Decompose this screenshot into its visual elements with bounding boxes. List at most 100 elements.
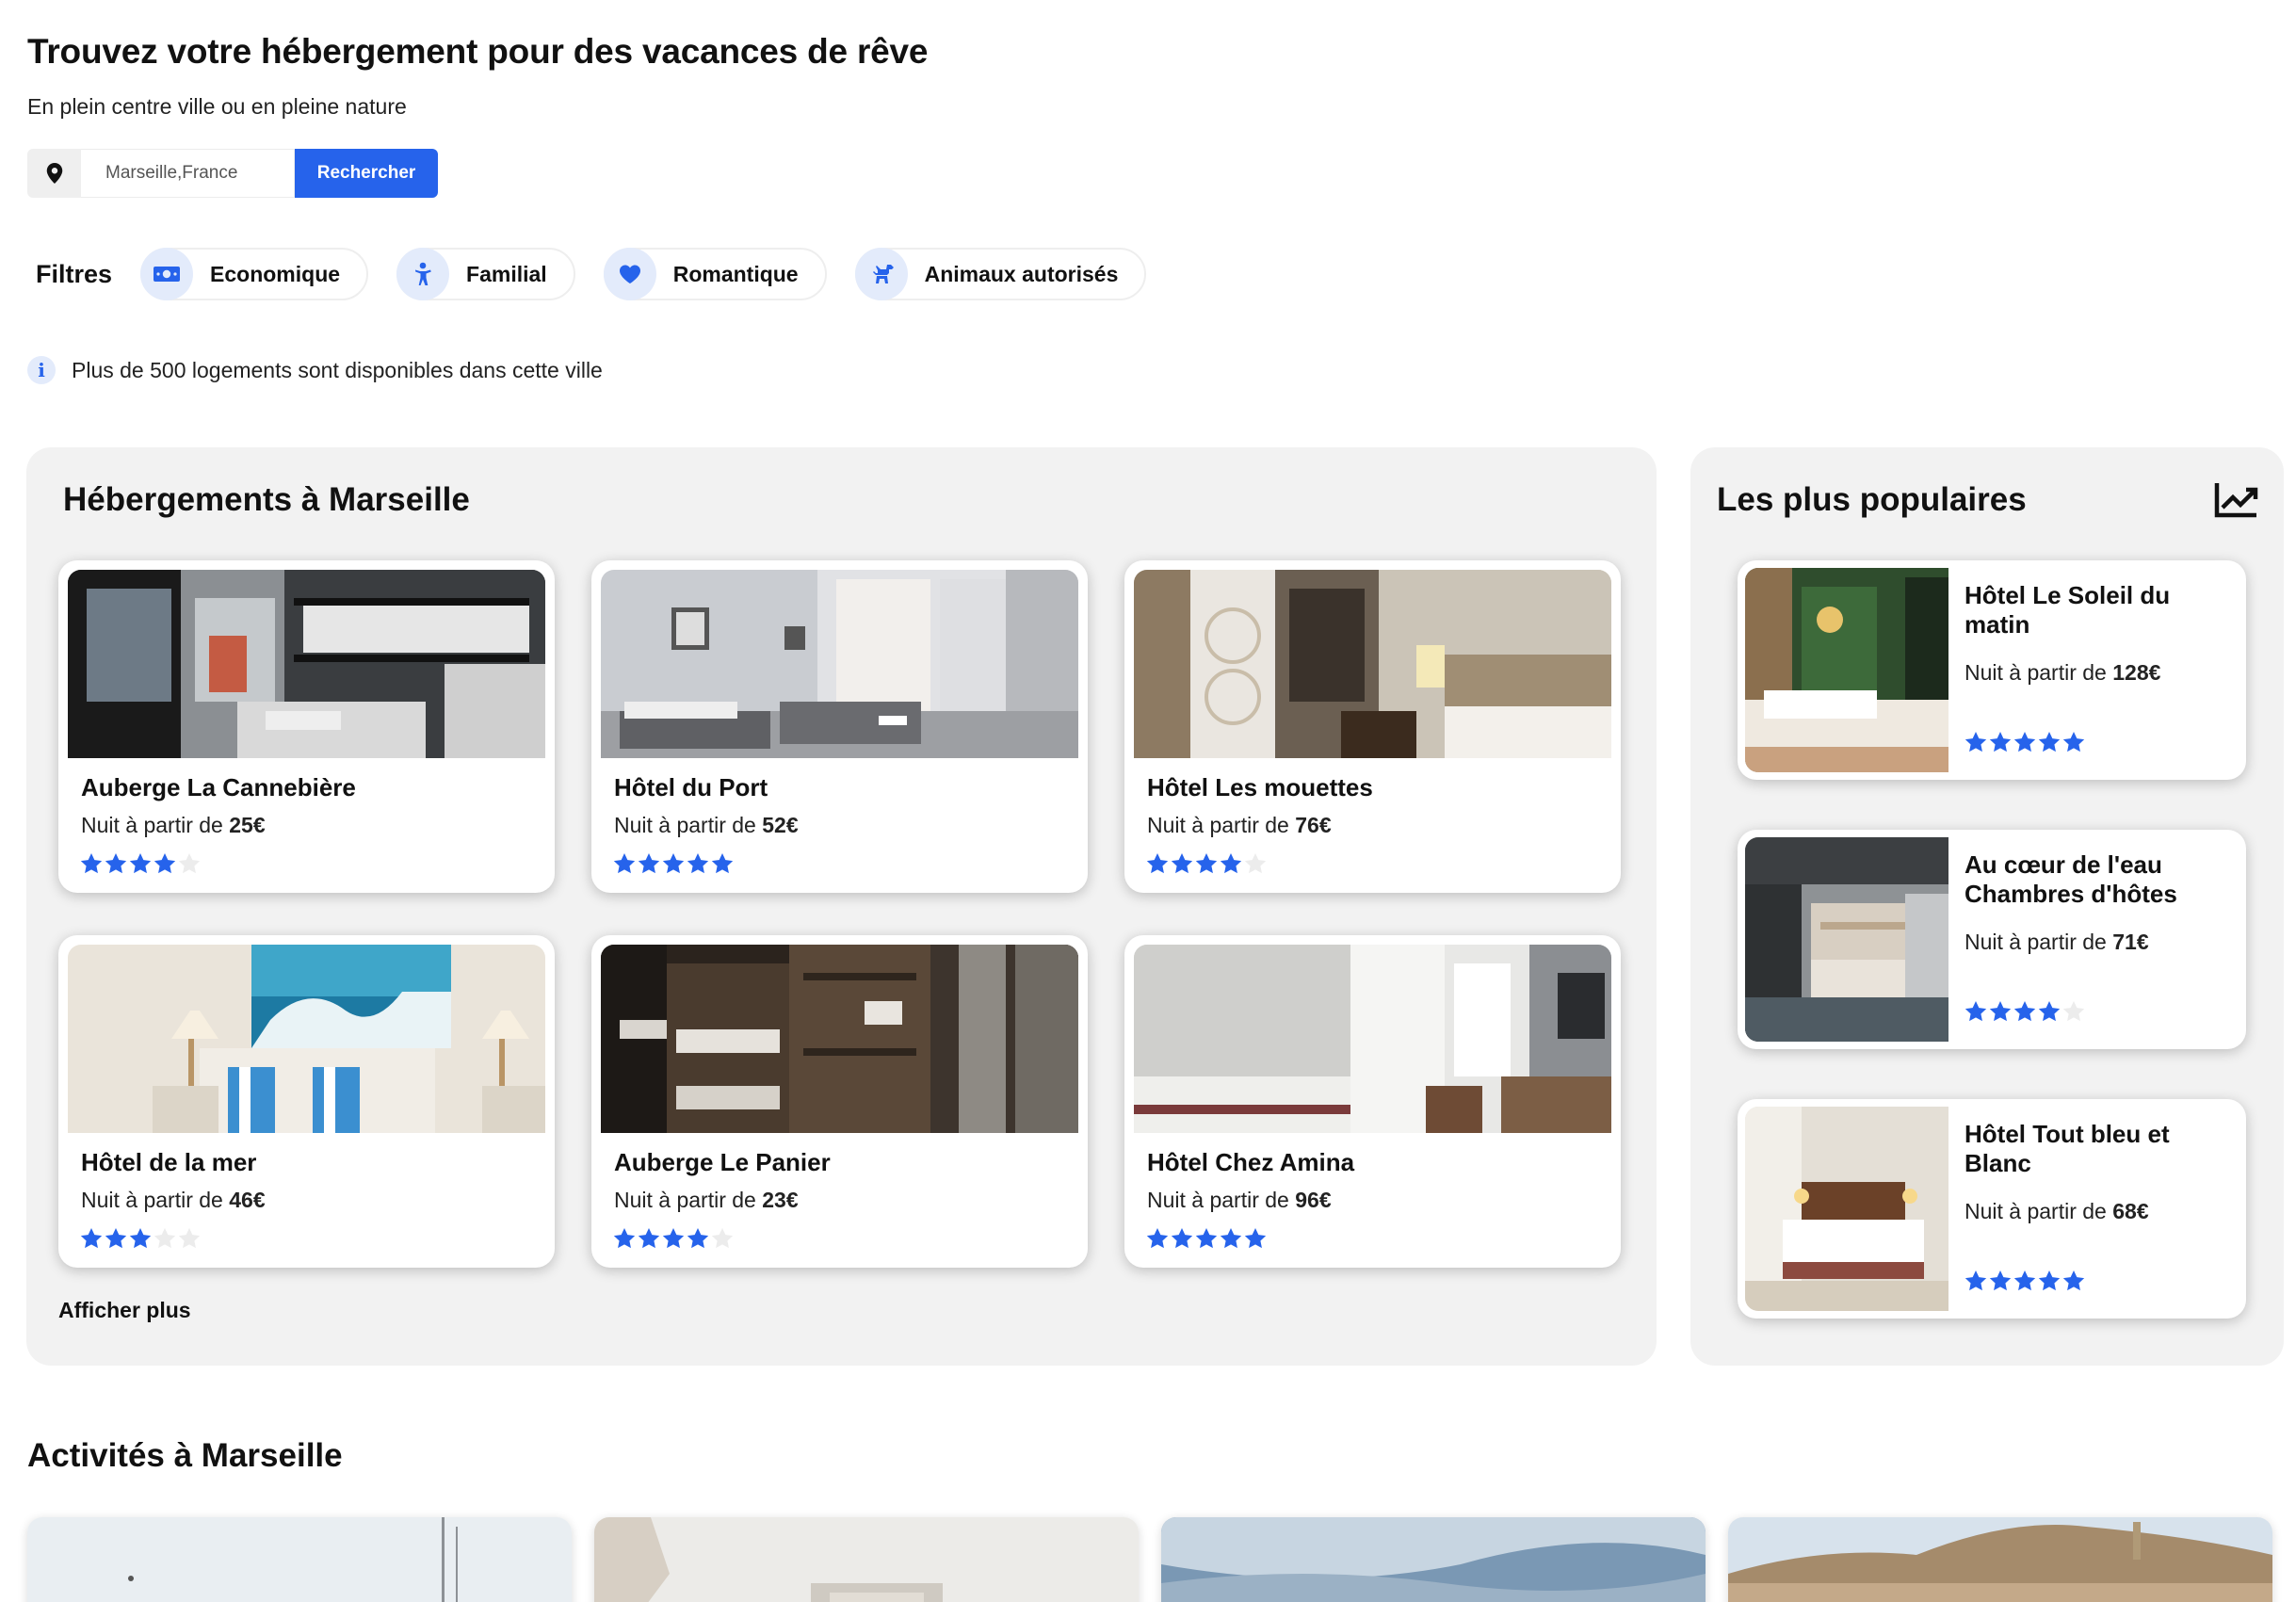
listing-name: Hôtel Chez Amina [1147, 1148, 1355, 1176]
listing-card[interactable]: Hôtel du Port Nuit à partir de 52€ [591, 560, 1088, 893]
star-empty-icon [177, 1226, 202, 1251]
listing-name: Hôtel du Port [614, 773, 768, 801]
rating-stars [1145, 851, 1268, 876]
activity-card[interactable] [27, 1517, 572, 1602]
rating-stars [1964, 999, 2086, 1024]
star-filled-icon [1988, 730, 2013, 754]
star-filled-icon [1194, 851, 1219, 876]
star-filled-icon [2037, 1269, 2062, 1293]
popular-photo [1745, 568, 1948, 772]
filter-label: Animaux autorisés [924, 261, 1119, 286]
star-filled-icon [1964, 1269, 1988, 1293]
star-filled-icon [2013, 1269, 2037, 1293]
star-filled-icon [128, 851, 153, 876]
star-filled-icon [79, 851, 104, 876]
activity-photo [27, 1517, 572, 1602]
listing-photo [601, 570, 1078, 758]
listing-photo [1134, 945, 1611, 1133]
heart-icon [603, 248, 656, 300]
star-filled-icon [79, 1226, 104, 1251]
star-filled-icon [612, 851, 637, 876]
listing-card[interactable]: Hôtel Les mouettes Nuit à partir de 76€ [1124, 560, 1621, 893]
star-filled-icon [1219, 851, 1243, 876]
activity-card[interactable] [594, 1517, 1139, 1602]
star-filled-icon [612, 1226, 637, 1251]
star-filled-icon [686, 851, 710, 876]
filter-economique[interactable]: Economique [140, 248, 369, 300]
star-filled-icon [710, 851, 735, 876]
listing-name: Auberge La Cannebière [81, 773, 356, 801]
popular-card[interactable]: Hôtel Le Soleil du matin Nuit à partir d… [1738, 560, 2246, 780]
popular-card[interactable]: Au cœur de l'eau Chambres d'hôtes Nuit à… [1738, 830, 2246, 1049]
popular-title: Les plus populaires [1717, 481, 2027, 518]
activities-title: Activités à Marseille [27, 1437, 343, 1474]
listing-card[interactable]: Hôtel Chez Amina Nuit à partir de 96€ [1124, 935, 1621, 1268]
listing-price: Nuit à partir de 23€ [614, 1188, 799, 1212]
popular-price: Nuit à partir de 128€ [1965, 660, 2161, 685]
star-filled-icon [1988, 999, 2013, 1024]
filter-label: Familial [466, 261, 547, 286]
filter-animaux[interactable]: Animaux autorisés [854, 248, 1147, 300]
listing-card[interactable]: Auberge Le Panier Nuit à partir de 23€ [591, 935, 1088, 1268]
star-filled-icon [1145, 1226, 1170, 1251]
star-filled-icon [1964, 730, 1988, 754]
listing-name: Hôtel de la mer [81, 1148, 257, 1176]
star-filled-icon [2062, 1269, 2086, 1293]
listing-photo [601, 945, 1078, 1133]
listing-name: Hôtel Les mouettes [1147, 773, 1373, 801]
activity-photo [1161, 1517, 1706, 1602]
filter-label: Romantique [672, 261, 799, 286]
popular-photo [1745, 1107, 1948, 1311]
star-filled-icon [661, 1226, 686, 1251]
search-input[interactable]: Marseille,France [81, 149, 295, 198]
filters-bar: Filtres Economique Familial Romantique A… [36, 247, 1174, 301]
activity-card[interactable] [1728, 1517, 2272, 1602]
star-filled-icon [104, 1226, 128, 1251]
rating-stars [1964, 730, 2086, 754]
popular-photo [1745, 837, 1948, 1042]
popular-name: Hôtel Tout bleu et Blanc [1965, 1120, 2170, 1177]
listing-price: Nuit à partir de 25€ [81, 813, 266, 837]
star-empty-icon [153, 1226, 177, 1251]
money-icon [140, 248, 194, 300]
child-icon [396, 248, 450, 300]
star-empty-icon [710, 1226, 735, 1251]
listing-photo [1134, 570, 1611, 758]
popular-price: Nuit à partir de 71€ [1965, 930, 2149, 954]
activity-card[interactable] [1161, 1517, 1706, 1602]
listing-name: Auberge Le Panier [614, 1148, 831, 1176]
star-filled-icon [1145, 851, 1170, 876]
popular-card[interactable]: Hôtel Tout bleu et Blanc Nuit à partir d… [1738, 1099, 2246, 1319]
popular-price: Nuit à partir de 68€ [1965, 1199, 2149, 1223]
activity-photo [1728, 1517, 2272, 1602]
star-filled-icon [128, 1226, 153, 1251]
rating-stars [79, 851, 202, 876]
star-filled-icon [104, 851, 128, 876]
show-more-link[interactable]: Afficher plus [58, 1298, 191, 1323]
filter-romantique[interactable]: Romantique [603, 248, 827, 300]
star-filled-icon [2037, 999, 2062, 1024]
listing-price: Nuit à partir de 76€ [1147, 813, 1332, 837]
filter-familial[interactable]: Familial [396, 248, 575, 300]
popular-name: Au cœur de l'eau Chambres d'hôtes [1965, 850, 2177, 908]
filters-label: Filtres [36, 259, 113, 288]
rating-stars [1964, 1269, 2086, 1293]
popular-panel: Les plus populaires Hôtel Le Soleil du m… [1690, 447, 2284, 1366]
popular-name: Hôtel Le Soleil du matin [1965, 581, 2171, 639]
listing-card[interactable]: Hôtel de la mer Nuit à partir de 46€ [58, 935, 555, 1268]
listing-card[interactable]: Auberge La Cannebière Nuit à partir de 2… [58, 560, 555, 893]
search-button[interactable]: Rechercher [295, 149, 438, 198]
star-filled-icon [2013, 730, 2037, 754]
info-icon: i [27, 356, 56, 384]
star-filled-icon [686, 1226, 710, 1251]
page: Trouvez votre hébergement pour des vacan… [0, 0, 2296, 1602]
star-filled-icon [1170, 851, 1194, 876]
star-filled-icon [1219, 1226, 1243, 1251]
search-bar: Marseille,France Rechercher [27, 149, 438, 198]
star-filled-icon [637, 851, 661, 876]
star-filled-icon [1964, 999, 1988, 1024]
availability-text: Plus de 500 logements sont disponibles d… [72, 357, 603, 382]
rating-stars [612, 851, 735, 876]
star-filled-icon [2037, 730, 2062, 754]
page-title: Trouvez votre hébergement pour des vacan… [27, 32, 929, 71]
